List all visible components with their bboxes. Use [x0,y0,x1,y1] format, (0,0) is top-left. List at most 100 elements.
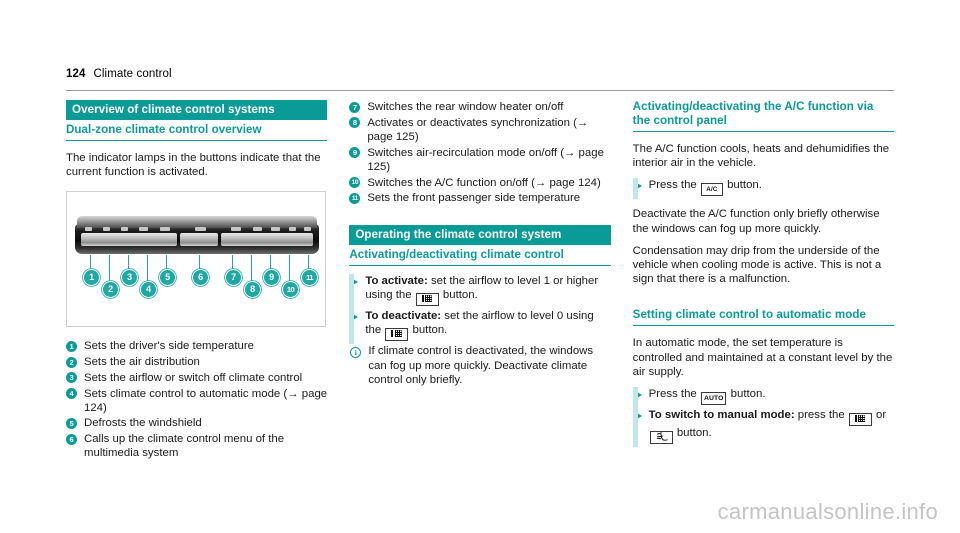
legend-label: Sets the front passenger side temperatur… [367,192,581,205]
icon-menu [195,226,206,231]
steps-ac-press: Press the A/C button. [632,178,894,200]
legend-number: 11 [349,192,361,204]
legend-label: Activates or deactivates synchronization… [367,116,589,143]
paragraph-ac-description: The A/C function cools, heats and dehumi… [632,143,890,170]
legend-number: 9 [349,147,361,159]
leader-line [308,255,310,270]
legend-list-middle: 7 Switches the rear window heater on/off… [349,100,610,205]
leader-line [270,255,272,270]
list-item: 2 Sets the air distribution [66,355,327,369]
leader-line [199,255,201,270]
legend-list-left: 1 Sets the driver's side temperature 2 S… [66,339,327,460]
chapter-title: Climate control [93,68,172,80]
icon-air-distribution [103,226,110,231]
step-text: To deactivate: set the airflow to level … [365,309,610,342]
leader-line [232,255,234,270]
step-label: To deactivate: [365,310,442,323]
step-text-after: button. [439,289,478,302]
legend-label: Sets the driver's side temperature [84,340,254,353]
step-text-middle: or [872,409,887,422]
legend-label: Sets the airflow or switch off climate c… [84,371,303,384]
legend-number: 5 [66,417,77,429]
leader-line [166,255,168,270]
step-switch-to-manual-mode: To switch to manual mode: press the or b… [632,408,894,448]
step-press-auto-button: Press the AUTO button. [632,387,894,409]
page-header: 124 Climate control [66,68,894,91]
step-text-before: Press the [648,388,700,401]
leader-line [289,255,291,282]
list-item: 7 Switches the rear window heater on/off [349,100,610,114]
ac-button-icon: A/C [700,183,723,197]
left-column: Overview of climate control systems Dual… [66,100,328,462]
callout-7: 7 [225,269,242,287]
step-to-activate: To activate: set the airflow to level 1 … [349,273,610,310]
air-distribution-button-icon [649,431,673,445]
step-accent-bar [632,178,638,200]
legend-number: 1 [66,340,77,352]
leader-line [128,255,130,270]
callout-2: 2 [102,281,119,299]
auto-button-icon: AUTO [700,392,727,406]
legend-number: 2 [66,356,77,368]
paragraph-automatic-mode: In automatic mode, the set temperature i… [632,337,893,378]
key-group-right [221,233,313,247]
step-label: To switch to manual mode: [648,409,795,422]
icon-ac [289,226,296,231]
list-item: 11 Sets the front passenger side tempera… [349,191,610,205]
step-text: To switch to manual mode: press the or b… [648,408,894,445]
callout-6: 6 [192,269,209,287]
legend-number: 6 [66,433,77,445]
legend-label: Switches air-recirculation mode on/off (… [367,146,604,173]
legend-number: 3 [66,372,77,384]
legend-label: Switches the A/C function on/off (→ page… [367,176,601,189]
step-text: Press the AUTO button. [648,387,765,406]
step-text-after: button. [409,324,448,337]
control-panel-illustration [75,216,319,256]
legend-number: 8 [349,117,361,129]
step-text-before: Press the [648,179,700,192]
heading-overview-of-climate-control-systems: Overview of climate control systems [66,100,328,120]
legend-label: Sets the air distribution [84,356,200,369]
legend-label: Defrosts the windshield [84,417,202,430]
legend-number: 10 [349,177,361,189]
callout-10: 10 [282,281,299,299]
list-item: 4 Sets climate control to automatic mode… [66,387,327,415]
middle-column: 7 Switches the rear window heater on/off… [349,100,611,462]
callout-5: 5 [159,269,176,287]
icon-defrost [160,226,170,231]
list-item: 10 Switches the A/C function on/off (→ p… [349,176,610,190]
paragraph-condensation: Condensation may drip from the underside… [632,244,882,286]
legend-label: Sets climate control to automatic mode (… [84,387,328,414]
heading-dual-zone-climate-control-overview: Dual-zone climate control overview [66,120,328,141]
note-text: If climate control is deactivated, the w… [368,345,594,386]
list-item: 8 Activates or deactivates synchronizati… [349,116,610,144]
legend-label: Calls up the climate control menu of the… [84,433,285,460]
step-text: To activate: set the airflow to level 1 … [365,274,610,307]
list-item: 9 Switches air-recirculation mode on/off… [349,146,610,174]
info-icon: i [350,347,362,359]
callout-8: 8 [244,281,261,299]
watermark: carmanualsonline.info [717,499,938,524]
icon-sync [253,226,262,231]
callout-4: 4 [140,281,157,299]
list-item: 1 Sets the driver's side temperature [66,339,327,353]
list-item: 6 Calls up the climate control menu of t… [66,432,327,460]
fan-level-button-icon [848,413,872,427]
heading-operating-the-climate-control-system: Operating the climate control system [349,224,611,245]
panel-icon-row [81,225,313,232]
step-text-after: button. [673,427,712,440]
panel-key-groups [81,233,313,247]
step-to-deactivate: To deactivate: set the airflow to level … [349,309,610,345]
step-accent-bar [632,387,638,409]
callout-9: 9 [263,269,280,287]
icon-temp-right [304,226,311,231]
step-text-before: press the [794,409,848,422]
step-text-after: button. [723,179,762,192]
page-number: 124 [66,68,86,80]
icon-fan [121,226,128,231]
step-label: To activate: [365,274,428,287]
step-text: Press the A/C button. [648,178,762,197]
heading-activating-deactivating-climate-control: Activating/deactivating climate control [349,245,611,266]
step-accent-bar [349,309,355,345]
figure-climate-control-panel: 1 3 5 6 7 9 11 2 4 8 10 [66,191,326,328]
